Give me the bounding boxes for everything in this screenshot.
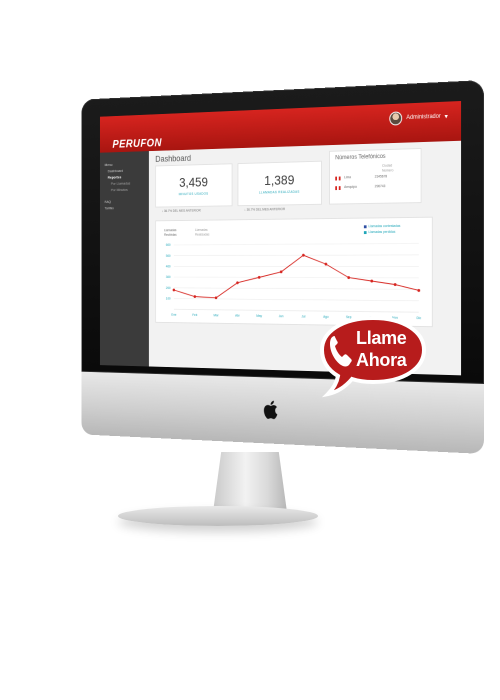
- y-tick-label: 200: [166, 286, 171, 290]
- flag-icon: [335, 177, 340, 181]
- data-point: [194, 295, 196, 298]
- badge-line-1: Llame: [356, 328, 407, 349]
- phone-number: 2345678: [375, 174, 387, 178]
- badge-line-2: Ahora: [356, 350, 407, 371]
- x-tick-label: Mar: [214, 313, 220, 317]
- user-name: Administrador: [406, 114, 440, 121]
- data-point: [236, 281, 239, 284]
- kpi-foot: ↓ 36.7% DEL MES ANTERIOR: [162, 209, 201, 213]
- data-point: [280, 270, 283, 273]
- data-point: [417, 289, 420, 292]
- phones-title: Números Telefónicos: [335, 154, 385, 161]
- user-menu[interactable]: Administrador ▾: [390, 109, 448, 125]
- phone-row[interactable]: Arequipa 296743: [335, 183, 398, 192]
- y-tick-label: 600: [166, 243, 171, 247]
- sidebar-item-tarifas[interactable]: Tarifas: [100, 204, 149, 211]
- data-point: [302, 254, 305, 257]
- kpi-label: LLAMADAS REALIZADAS: [238, 189, 321, 194]
- grid-line: [174, 277, 419, 278]
- phone-row[interactable]: Lima 2345678: [335, 173, 398, 182]
- chart-card: Llamadas Recibidas Llamadas Realizadas L…: [155, 217, 432, 328]
- kpi-value: 1,389: [238, 171, 321, 188]
- kpi-foot: ↓ 36.7% DEL MES ANTERIOR: [244, 207, 285, 211]
- y-tick-label: 500: [166, 254, 171, 258]
- phones-col-number: Número: [382, 168, 393, 172]
- kpi-value: 3,459: [156, 174, 232, 191]
- grid-line: [174, 255, 419, 256]
- grid-line: [174, 299, 419, 301]
- y-tick-label: 400: [166, 265, 171, 269]
- x-tick-label: Jul: [301, 314, 305, 318]
- kpi-card-minutes: 3,459 MINUTOS USADOS: [155, 163, 232, 207]
- apple-logo-icon: [262, 398, 281, 421]
- y-tick-label: 300: [166, 275, 171, 279]
- grid-line: [174, 288, 419, 289]
- phone-city: Lima: [344, 175, 351, 179]
- chevron-down-icon: ▾: [445, 112, 448, 120]
- data-point: [173, 289, 175, 292]
- x-tick-label: Abr: [235, 314, 240, 318]
- avatar: [390, 111, 403, 125]
- line-chart: 600500400300200100Ene Feb Mar Abr May Jun Jul A…: [156, 218, 432, 327]
- phone-icon: [328, 334, 354, 368]
- y-tick-label: 100: [166, 297, 171, 301]
- sidebar: Menu Dashboard Reportes Por Llamadas Por…: [100, 151, 149, 366]
- data-point: [325, 263, 328, 266]
- flag-icon: [335, 186, 340, 190]
- phone-number: 296743: [375, 184, 386, 188]
- x-tick-label: Feb: [192, 313, 197, 317]
- x-tick-label: Jun: [279, 314, 284, 318]
- page-title: Dashboard: [155, 153, 191, 163]
- grid-line: [174, 243, 419, 245]
- kpi-label: MINUTOS USADOS: [156, 191, 232, 196]
- imac-foot: [118, 506, 318, 526]
- x-tick-label: May: [256, 314, 262, 318]
- data-point: [215, 296, 217, 299]
- call-now-badge[interactable]: Llame Ahora: [318, 312, 428, 402]
- x-tick-label: Ene: [171, 313, 176, 317]
- phone-numbers-card: Números Telefónicos Ciudad Número Lima 2…: [329, 148, 422, 205]
- data-point: [394, 283, 397, 286]
- data-point: [258, 276, 261, 279]
- brand-logo[interactable]: PERUFON: [112, 136, 161, 150]
- data-point: [370, 280, 373, 283]
- kpi-card-calls: 1,389 LLAMADAS REALIZADAS: [238, 161, 322, 206]
- data-point: [347, 276, 350, 279]
- phone-city: Arequipa: [344, 185, 357, 189]
